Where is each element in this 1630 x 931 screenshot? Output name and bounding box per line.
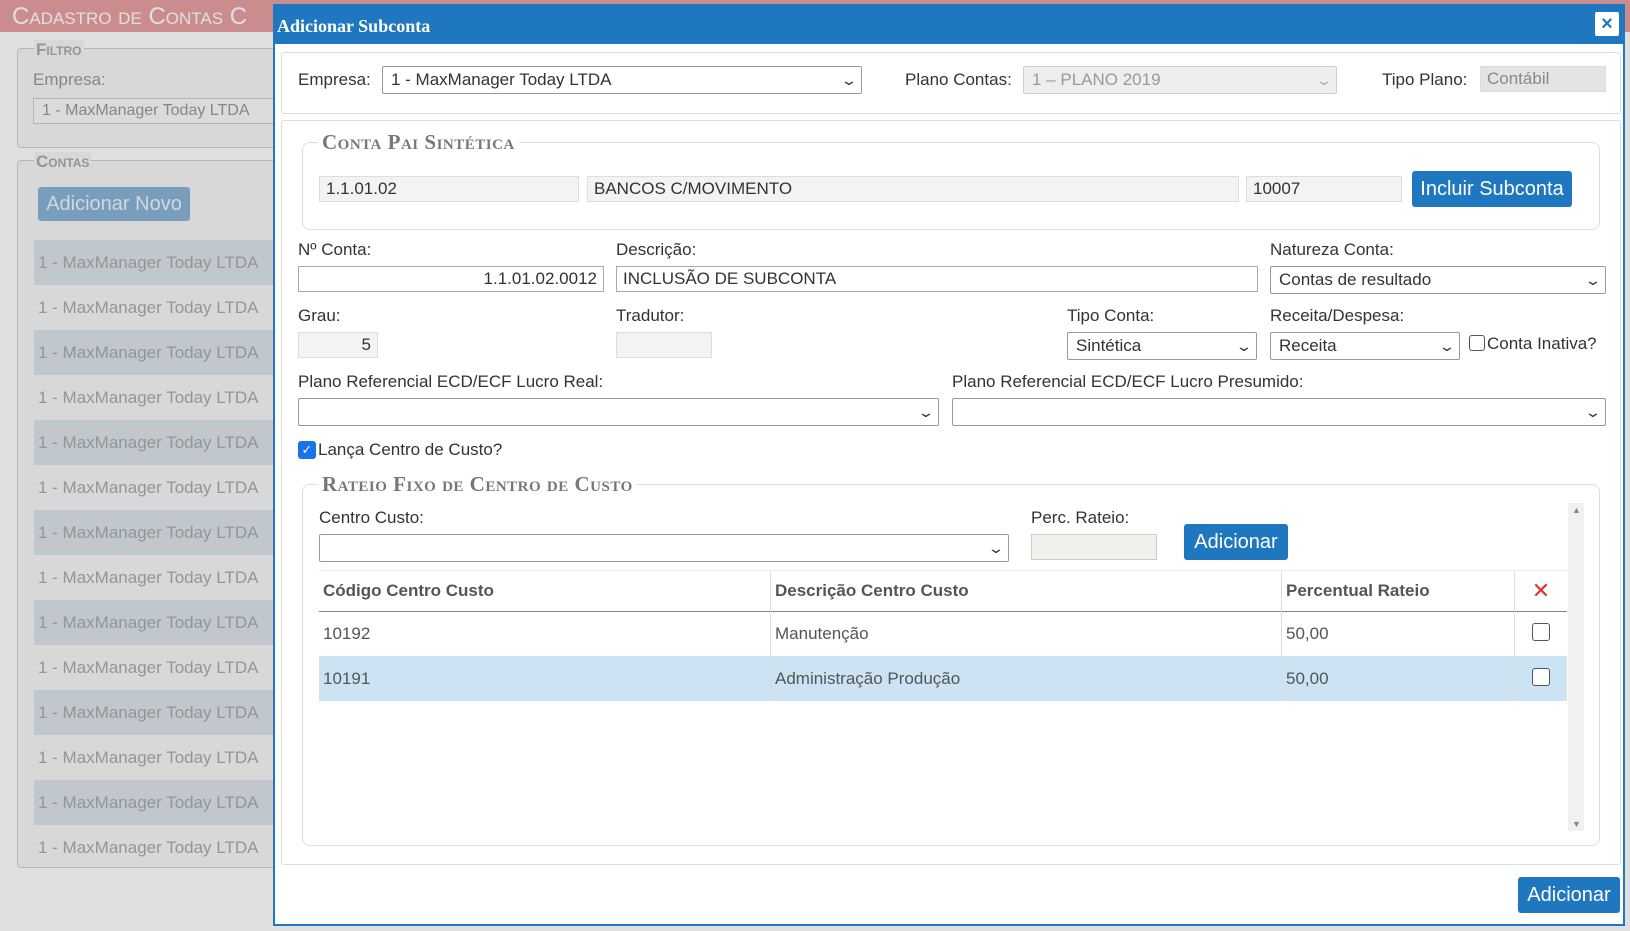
account-type-select[interactable]: Sintética ⌄ xyxy=(1067,332,1257,360)
include-subaccount-button[interactable]: Incluir Subconta xyxy=(1412,171,1572,207)
table-row[interactable]: 10192 Manutenção 50,00 xyxy=(319,611,1567,656)
empresa-label: Empresa: xyxy=(298,70,371,89)
plano-contas-label: Plano Contas: xyxy=(905,70,1012,89)
translator-field xyxy=(616,332,712,358)
revenue-expense-value: Receita xyxy=(1279,336,1337,355)
column-header-description: Descrição Centro Custo xyxy=(771,571,1282,611)
plano-contas-value: 1 – PLANO 2019 xyxy=(1032,70,1161,89)
cell-description: Manutenção xyxy=(771,611,1282,656)
account-number-input[interactable]: 1.1.01.02.0012 xyxy=(298,266,604,292)
tipo-plano-field: Contábil xyxy=(1480,66,1606,92)
nature-select[interactable]: Contas de resultado ⌄ xyxy=(1270,266,1606,294)
cell-code: 10191 xyxy=(319,656,771,701)
cost-center-checkbox[interactable]: ✓ xyxy=(298,441,316,459)
ref-plan-presumed-select[interactable]: ⌄ xyxy=(952,398,1606,426)
description-label: Descrição: xyxy=(616,240,697,259)
cell-percent: 50,00 xyxy=(1282,656,1515,701)
footer-add-button[interactable]: Adicionar xyxy=(1518,877,1620,913)
account-type-value: Sintética xyxy=(1076,336,1142,355)
ref-plan-real-select[interactable]: ⌄ xyxy=(298,398,939,426)
tipo-plano-label: Tipo Plano: xyxy=(1382,70,1468,89)
row-select-cell xyxy=(1515,656,1567,701)
chevron-down-icon: ⌄ xyxy=(1438,338,1456,354)
description-input[interactable]: INCLUSÃO DE SUBCONTA xyxy=(616,266,1258,292)
revenue-expense-label: Receita/Despesa: xyxy=(1270,306,1405,325)
grade-field: 5 xyxy=(298,332,378,358)
nature-select-value: Contas de resultado xyxy=(1279,270,1432,289)
cell-percent: 50,00 xyxy=(1282,611,1515,656)
modal-title: Adicionar Subconta xyxy=(277,16,431,36)
percent-input[interactable] xyxy=(1031,534,1157,560)
row-checkbox[interactable] xyxy=(1532,623,1550,641)
inactive-account-label: Conta Inativa? xyxy=(1487,334,1597,353)
scroll-up-icon[interactable]: ▲ xyxy=(1572,505,1581,515)
revenue-expense-select[interactable]: Receita ⌄ xyxy=(1270,332,1460,360)
inactive-account-checkbox[interactable] xyxy=(1469,335,1485,351)
cell-description: Administração Produção xyxy=(771,656,1282,701)
close-icon[interactable]: × xyxy=(1595,12,1619,36)
cost-center-select[interactable]: ⌄ xyxy=(319,534,1009,562)
chevron-down-icon: ⌄ xyxy=(917,404,935,420)
parent-description-field: BANCOS C/MOVIMENTO xyxy=(587,176,1239,202)
chevron-down-icon: ⌄ xyxy=(840,72,858,88)
scroll-down-icon[interactable]: ▼ xyxy=(1572,819,1581,829)
chevron-down-icon: ⌄ xyxy=(1584,272,1602,288)
account-number-label: Nº Conta: xyxy=(298,240,372,259)
account-type-label: Tipo Conta: xyxy=(1067,306,1155,325)
chevron-down-icon: ⌄ xyxy=(1584,404,1602,420)
ref-plan-real-label: Plano Referencial ECD/ECF Lucro Real: xyxy=(298,372,604,391)
delete-icon[interactable]: ✕ xyxy=(1515,571,1567,611)
plano-contas-select: 1 – PLANO 2019 ⌄ xyxy=(1023,66,1337,94)
chevron-down-icon: ⌄ xyxy=(1235,338,1253,354)
parent-code-field: 1.1.01.02 xyxy=(319,176,579,202)
cost-center-checkbox-label: Lança Centro de Custo? xyxy=(318,440,503,459)
table-header: Código Centro Custo Descrição Centro Cus… xyxy=(319,570,1567,612)
empresa-select-value: 1 - MaxManager Today LTDA xyxy=(391,70,612,89)
ref-plan-presumed-label: Plano Referencial ECD/ECF Lucro Presumid… xyxy=(952,372,1304,391)
chevron-down-icon: ⌄ xyxy=(1315,72,1333,88)
parent-account-legend: Conta Pai Sintética xyxy=(318,130,519,155)
scrollbar[interactable]: ▲ ▼ xyxy=(1568,503,1584,831)
row-checkbox[interactable] xyxy=(1532,668,1550,686)
table-row[interactable]: 10191 Administração Produção 50,00 xyxy=(319,656,1567,701)
nature-label: Natureza Conta: xyxy=(1270,240,1394,259)
parent-id-field: 10007 xyxy=(1246,176,1402,202)
cell-code: 10192 xyxy=(319,611,771,656)
percent-label: Perc. Rateio: xyxy=(1031,508,1130,527)
modal-header: Adicionar Subconta × xyxy=(275,6,1623,44)
column-header-code: Código Centro Custo xyxy=(319,571,771,611)
add-cost-center-button[interactable]: Adicionar xyxy=(1184,524,1288,560)
grade-label: Grau: xyxy=(298,306,341,325)
apportionment-legend: Rateio Fixo de Centro de Custo xyxy=(318,472,637,497)
translator-label: Tradutor: xyxy=(616,306,685,325)
chevron-down-icon: ⌄ xyxy=(987,540,1005,556)
column-header-percent: Percentual Rateio xyxy=(1282,571,1515,611)
cost-center-label: Centro Custo: xyxy=(319,508,424,527)
empresa-select[interactable]: 1 - MaxManager Today LTDA ⌄ xyxy=(382,66,862,94)
row-select-cell xyxy=(1515,611,1567,656)
